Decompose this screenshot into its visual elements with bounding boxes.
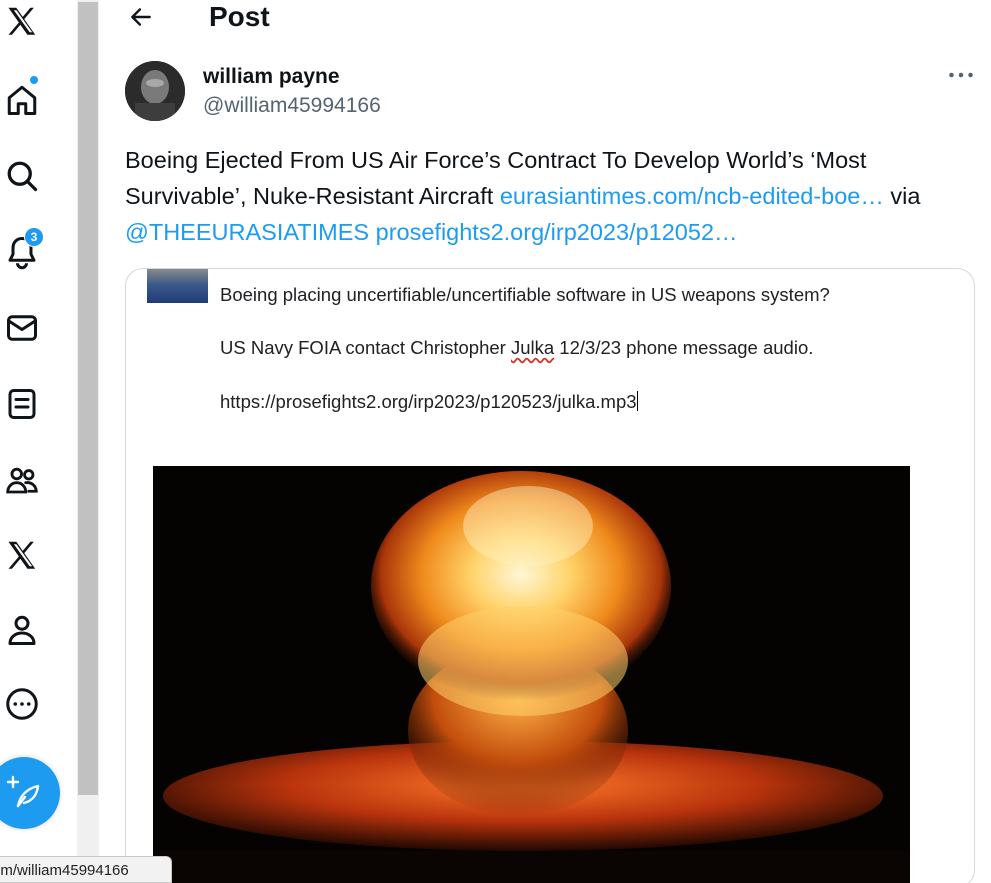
mushroom-cloud-image — [153, 466, 910, 883]
post-media[interactable]: Boeing placing uncertifiable/uncertifiab… — [125, 268, 975, 883]
post-text-via: via — [883, 183, 921, 209]
home-icon[interactable] — [0, 78, 44, 122]
post-text: Boeing Ejected From US Air Force’s Contr… — [125, 142, 975, 250]
back-arrow-icon — [131, 8, 151, 26]
back-button[interactable] — [126, 2, 156, 32]
media-line2-before: US Navy FOIA contact Christopher — [220, 337, 511, 358]
more-dots-icon — [949, 72, 973, 78]
screenshot-thumbnail — [147, 269, 208, 303]
post-link-eurasiantimes[interactable]: eurasiantimes.com/ncb-edited-boe… — [500, 183, 884, 209]
author-name[interactable]: william payne — [203, 64, 340, 90]
lists-icon[interactable] — [0, 382, 44, 426]
page-title: Post — [209, 1, 270, 32]
x-logo-icon[interactable] — [0, 0, 44, 44]
profile-icon[interactable] — [0, 608, 44, 652]
post-link-prosefights[interactable]: prosefights2.org/irp2023/p12052… — [376, 219, 738, 245]
post-mention[interactable]: @THEEURASIATIMES — [125, 219, 369, 245]
scrollbar-thumb[interactable] — [78, 2, 98, 795]
media-text-line1: Boeing placing uncertifiable/uncertifiab… — [220, 284, 830, 305]
communities-icon[interactable] — [0, 458, 44, 502]
media-text-line3: https://prosefights2.org/irp2023/p120523… — [220, 390, 638, 414]
author-handle[interactable]: @william45994166 — [203, 93, 381, 119]
avatar[interactable] — [125, 61, 185, 121]
home-unread-dot — [29, 75, 39, 85]
search-icon[interactable] — [0, 154, 44, 198]
media-line2-name: Julka — [510, 337, 555, 358]
media-line2-after: 12/3/23 phone message audio. — [554, 337, 814, 358]
media-line3-url: https://prosefights2.org/irp2023/p120523… — [220, 391, 637, 412]
status-bar-url-text: om/william45994166 — [0, 862, 129, 879]
text-cursor — [636, 391, 638, 411]
messages-icon[interactable] — [0, 306, 44, 350]
avatar-image — [125, 61, 185, 121]
feather-plus-icon — [6, 775, 40, 808]
compose-post-button[interactable] — [0, 757, 60, 829]
notifications-badge: 3 — [24, 227, 44, 247]
media-text-line2: US Navy FOIA contact Christopher Julka 1… — [220, 336, 813, 360]
explosion-illustration — [153, 466, 910, 883]
status-bar-url: om/william45994166 — [0, 856, 172, 883]
left-nav: 3 — [0, 0, 76, 883]
premium-x-icon[interactable] — [0, 534, 44, 578]
more-options-icon[interactable] — [0, 682, 44, 726]
post-more-button[interactable] — [946, 64, 976, 86]
